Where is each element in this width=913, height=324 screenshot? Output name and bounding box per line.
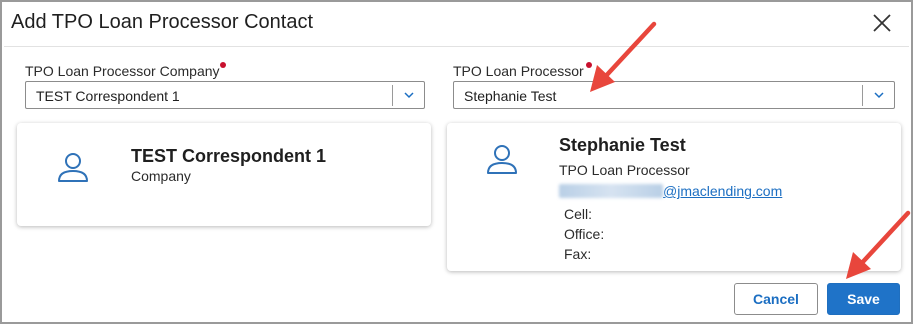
dialog: Add TPO Loan Processor Contact TPO Loan … [0,0,913,324]
required-indicator [586,62,592,68]
processor-select[interactable]: Stephanie Test [453,81,895,109]
fax-label: Fax: [564,246,592,262]
processor-card: Stephanie Test TPO Loan Processor @jmacl… [447,123,901,271]
email-domain-link[interactable]: @jmaclending.com [663,183,782,199]
processor-field-label: TPO Loan Processor [453,63,584,79]
company-select-value: TEST Correspondent 1 [36,88,180,104]
company-card-subtitle: Company [131,168,191,184]
processor-card-name: Stephanie Test [559,135,686,155]
person-icon [487,145,517,174]
processor-card-role: TPO Loan Processor [559,162,690,178]
cell-label: Cell: [564,206,593,222]
cancel-button[interactable]: Cancel [734,283,818,315]
save-button[interactable]: Save [827,283,900,315]
redacted-email-user [559,184,663,198]
required-indicator [220,62,226,68]
select-separator [862,85,863,106]
company-select[interactable]: TEST Correspondent 1 [25,81,425,109]
title-divider [4,46,909,47]
company-card: TEST Correspondent 1 Company [17,123,431,226]
chevron-down-icon[interactable] [873,90,885,100]
company-field-label: TPO Loan Processor Company [25,63,220,79]
office-label: Office: [564,226,605,242]
company-card-name: TEST Correspondent 1 [131,146,327,166]
close-icon[interactable] [871,12,893,34]
chevron-down-icon[interactable] [403,90,415,100]
processor-select-value: Stephanie Test [464,88,557,104]
person-icon [58,153,88,182]
select-separator [392,85,393,106]
dialog-title: Add TPO Loan Processor Contact [11,11,314,33]
processor-email[interactable]: @jmaclending.com [559,183,782,199]
